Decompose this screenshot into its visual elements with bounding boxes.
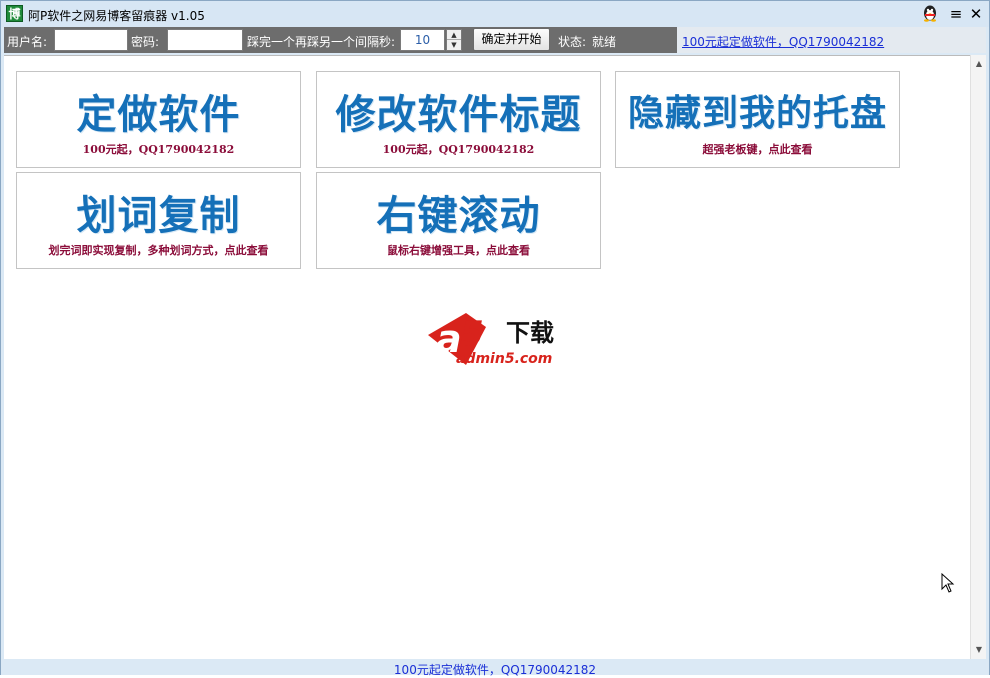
username-input[interactable] — [54, 29, 128, 51]
toolbar: 用户名: 密码: 踩完一个再踩另一个间隔秒: ▲ ▼ 确定并开始 状态: 就绪 … — [4, 27, 986, 53]
card-subtitle: 超强老板键，点此查看 — [702, 143, 813, 156]
card-title: 修改软件标题 — [335, 91, 582, 138]
close-icon[interactable]: ✕ — [966, 4, 986, 24]
app-icon: 博 — [6, 5, 23, 22]
interval-input[interactable] — [400, 29, 445, 51]
logo-digit: 5 — [460, 314, 484, 354]
card-title: 划词复制 — [76, 192, 241, 239]
app-window: 博 阿P软件之网易博客留痕器 v1.05 ≡ ✕ 用户名: 密码: 踩完一个再踩… — [0, 0, 990, 678]
logo-text-cn: 下载 — [506, 319, 554, 347]
promo-link[interactable]: 100元起定做软件，QQ1790042182 — [682, 33, 884, 50]
start-button[interactable]: 确定并开始 — [473, 28, 550, 51]
scroll-down-icon[interactable]: ▼ — [971, 643, 987, 657]
card-word-copy[interactable]: 划词复制 划完词即实现复制，多种划词方式，点此查看 — [16, 172, 301, 269]
status-label: 状态: — [558, 35, 587, 49]
password-label: 密码: — [131, 35, 160, 49]
interval-stepper: ▲ ▼ — [446, 29, 462, 51]
title-bar: 博 阿P软件之网易博客留痕器 v1.05 ≡ ✕ — [1, 1, 989, 27]
admin5-logo: a 5 下载 admin5.com — [428, 313, 554, 367]
card-subtitle: 鼠标右键增强工具，点此查看 — [387, 244, 530, 257]
status-value: 就绪 — [592, 35, 617, 49]
card-modify-title[interactable]: 修改软件标题 100元起，QQ1790042182 — [316, 71, 601, 168]
username-label: 用户名: — [7, 35, 48, 49]
mouse-cursor-icon — [941, 573, 955, 593]
vertical-scrollbar[interactable]: ▲ ▼ — [970, 55, 986, 659]
interval-label: 踩完一个再踩另一个间隔秒: — [247, 35, 396, 49]
stepper-up-icon[interactable]: ▲ — [447, 30, 461, 40]
qq-penguin-icon[interactable] — [920, 4, 940, 24]
card-hide-to-tray[interactable]: 隐藏到我的托盘 超强老板键，点此查看 — [615, 71, 900, 168]
card-subtitle: 100元起，QQ1790042182 — [382, 143, 535, 156]
menu-icon[interactable]: ≡ — [946, 4, 966, 24]
card-custom-software[interactable]: 定做软件 100元起，QQ1790042182 — [16, 71, 301, 168]
stepper-down-icon[interactable]: ▼ — [447, 40, 461, 50]
card-title: 隐藏到我的托盘 — [627, 92, 887, 134]
card-right-click-scroll[interactable]: 右键滚动 鼠标右键增强工具，点此查看 — [316, 172, 601, 269]
statusbar-promo-link[interactable]: 100元起定做软件，QQ1790042182 — [1, 661, 989, 678]
card-subtitle: 100元起，QQ1790042182 — [82, 143, 235, 156]
promo-area: 100元起定做软件，QQ1790042182 — [677, 27, 986, 53]
scroll-up-icon[interactable]: ▲ — [971, 57, 987, 71]
card-title: 定做软件 — [76, 91, 241, 138]
logo-domain: admin5.com — [456, 351, 552, 367]
card-subtitle: 划完词即实现复制，多种划词方式，点此查看 — [48, 244, 269, 257]
status-bar: 100元起定做软件，QQ1790042182 — [1, 660, 989, 678]
window-title: 阿P软件之网易博客留痕器 v1.05 — [28, 9, 205, 23]
password-input[interactable] — [167, 29, 243, 51]
card-title: 右键滚动 — [376, 192, 541, 239]
